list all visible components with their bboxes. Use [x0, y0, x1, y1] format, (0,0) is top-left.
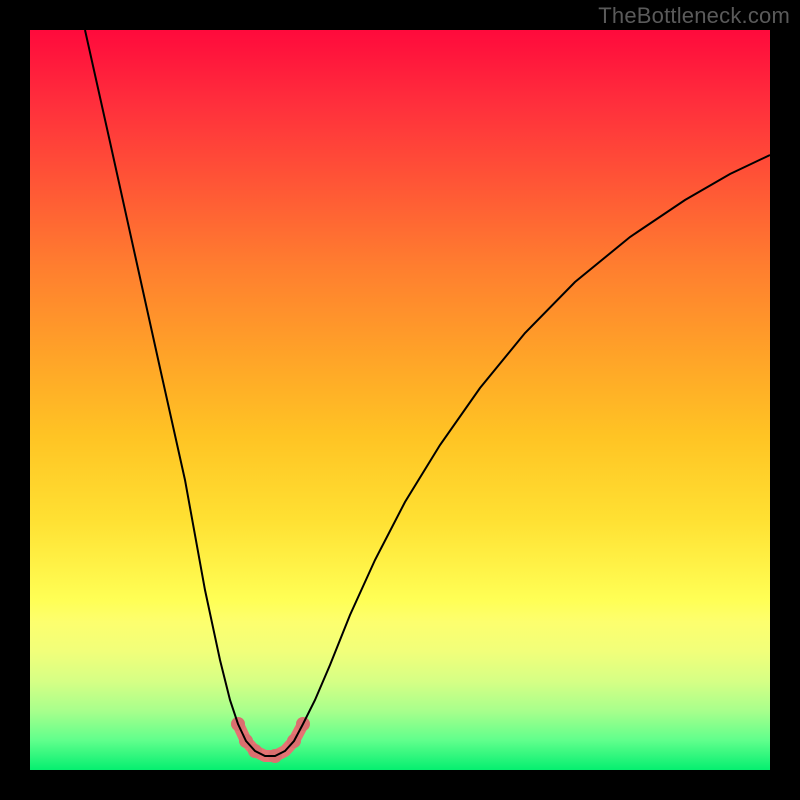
chart-svg: [30, 30, 770, 770]
chart-stage: TheBottleneck.com: [0, 0, 800, 800]
bottleneck-curve-series: [85, 30, 770, 756]
plot-area: [30, 30, 770, 770]
watermark-text: TheBottleneck.com: [598, 3, 790, 29]
bottleneck-curve-path: [85, 30, 770, 756]
